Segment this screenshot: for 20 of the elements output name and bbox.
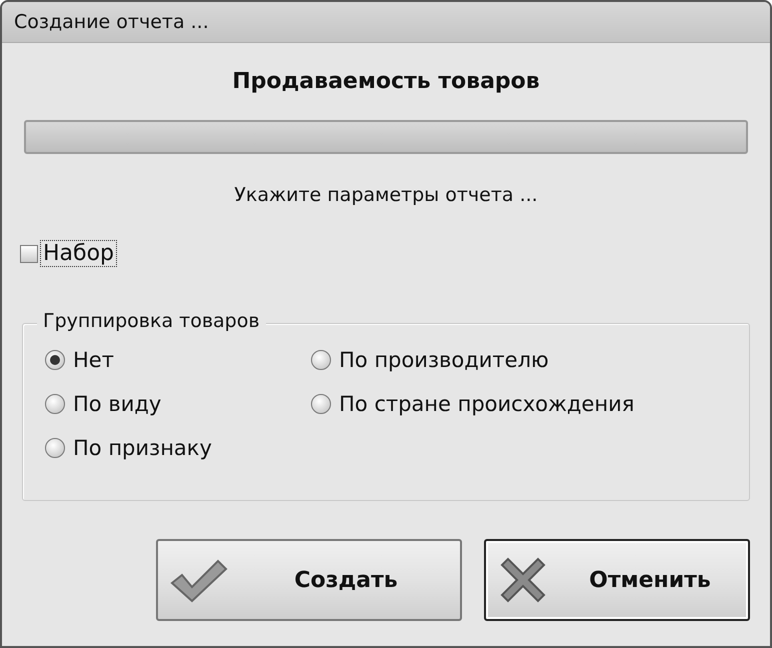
radio-button[interactable] bbox=[311, 394, 331, 414]
radio-label[interactable]: Нет bbox=[73, 348, 114, 372]
radio-button[interactable] bbox=[45, 394, 65, 414]
cancel-button[interactable]: Отменить bbox=[484, 539, 750, 621]
create-button[interactable]: Создать bbox=[156, 539, 462, 621]
prompt-text: Укажите параметры отчета ... bbox=[233, 184, 539, 206]
report-title: Продаваемость товаров bbox=[231, 69, 541, 94]
radio-label[interactable]: По виду bbox=[73, 392, 162, 416]
radio-label[interactable]: По стране происхождения bbox=[339, 392, 634, 416]
checkbox-label[interactable]: Набор bbox=[40, 240, 118, 267]
check-icon bbox=[170, 557, 228, 603]
radio-button[interactable] bbox=[45, 350, 65, 370]
radio-label[interactable]: По признаку bbox=[73, 436, 212, 460]
radio-label[interactable]: По производителю bbox=[339, 348, 549, 372]
window-title: Создание отчета ... bbox=[14, 11, 209, 33]
close-icon bbox=[498, 555, 548, 605]
radio-button[interactable] bbox=[311, 350, 331, 370]
radio-button[interactable] bbox=[45, 438, 65, 458]
checkbox[interactable] bbox=[20, 244, 38, 262]
group-title: Группировка товаров bbox=[37, 310, 266, 332]
